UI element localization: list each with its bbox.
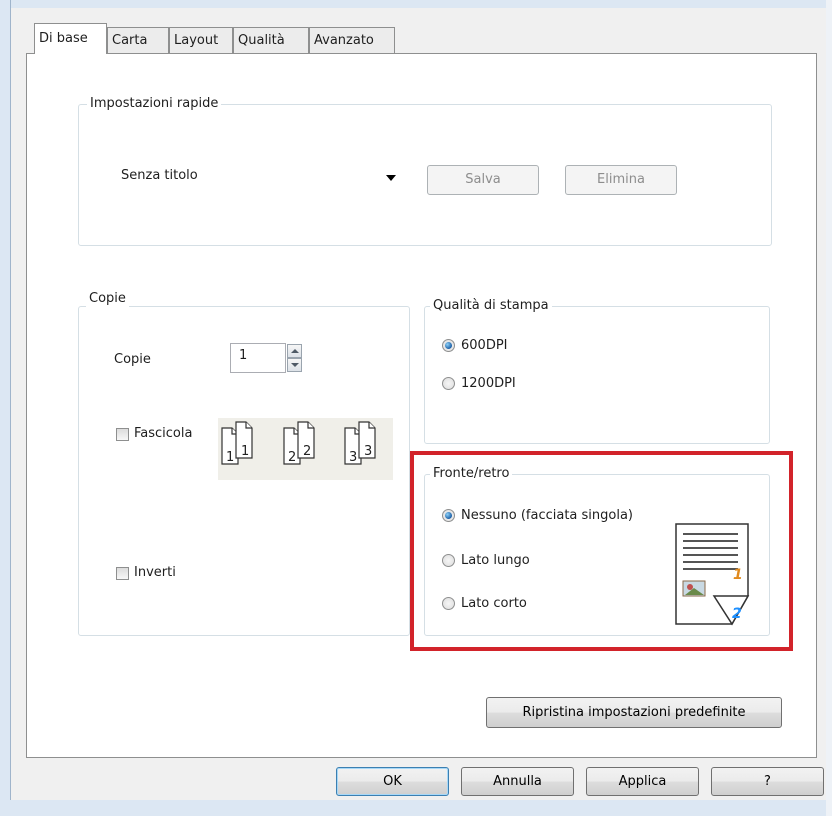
collate-checkbox[interactable] <box>116 428 129 441</box>
chevron-down-icon <box>291 363 299 367</box>
copies-label: Copie <box>114 352 151 367</box>
print-quality-group <box>424 306 770 444</box>
tab-di-base[interactable]: Di base <box>34 23 107 54</box>
chevron-up-icon <box>291 349 299 353</box>
preset-select-value: Senza titolo <box>121 168 198 183</box>
reverse-checkbox[interactable] <box>116 567 129 580</box>
tab-qualita[interactable]: Qualità <box>233 27 309 53</box>
tab-avanzato[interactable]: Avanzato <box>309 27 395 53</box>
collate-label: Fascicola <box>134 426 193 441</box>
restore-defaults-button[interactable]: Ripristina impostazioni predefinite <box>486 697 782 728</box>
tab-layout[interactable]: Layout <box>169 27 233 53</box>
tab-carta[interactable]: Carta <box>107 27 169 53</box>
quality-1200dpi-label: 1200DPI <box>461 376 516 391</box>
window-frame-right <box>826 0 832 816</box>
collate-preview: 1 1 2 2 3 3 <box>218 418 393 480</box>
copies-decrement-button[interactable] <box>287 358 302 372</box>
collate-page-number: 3 <box>349 450 357 465</box>
help-button[interactable]: ? <box>711 767 824 796</box>
quality-600dpi-label: 600DPI <box>461 338 508 353</box>
collate-page-number: 2 <box>303 444 311 459</box>
window-frame-top <box>0 0 832 8</box>
duplex-highlight-frame <box>410 451 793 651</box>
cancel-button[interactable]: Annulla <box>461 767 574 796</box>
save-button[interactable]: Salva <box>427 165 539 195</box>
delete-button[interactable]: Elimina <box>565 165 677 195</box>
copies-group-title: Copie <box>86 291 129 307</box>
print-quality-title: Qualità di stampa <box>430 298 552 314</box>
collate-page-number: 2 <box>288 450 296 465</box>
quality-1200dpi-radio[interactable] <box>442 377 455 390</box>
chevron-down-icon <box>386 175 396 181</box>
quick-settings-title: Impostazioni rapide <box>87 96 222 112</box>
preset-select[interactable]: Senza titolo <box>114 164 404 190</box>
quality-600dpi-radio[interactable] <box>442 339 455 352</box>
window-frame-left <box>0 0 11 816</box>
collate-pages-icon: 1 1 2 2 3 3 <box>221 421 376 465</box>
window-frame-bottom <box>0 800 832 816</box>
collate-page-number: 1 <box>241 444 249 459</box>
reverse-label: Inverti <box>134 565 176 580</box>
collate-page-number: 1 <box>226 450 234 465</box>
ok-button[interactable]: OK <box>336 767 449 796</box>
apply-button[interactable]: Applica <box>586 767 699 796</box>
collate-page-number: 3 <box>364 444 372 459</box>
copies-increment-button[interactable] <box>287 344 302 358</box>
copies-stepper[interactable]: 1 <box>230 343 286 373</box>
